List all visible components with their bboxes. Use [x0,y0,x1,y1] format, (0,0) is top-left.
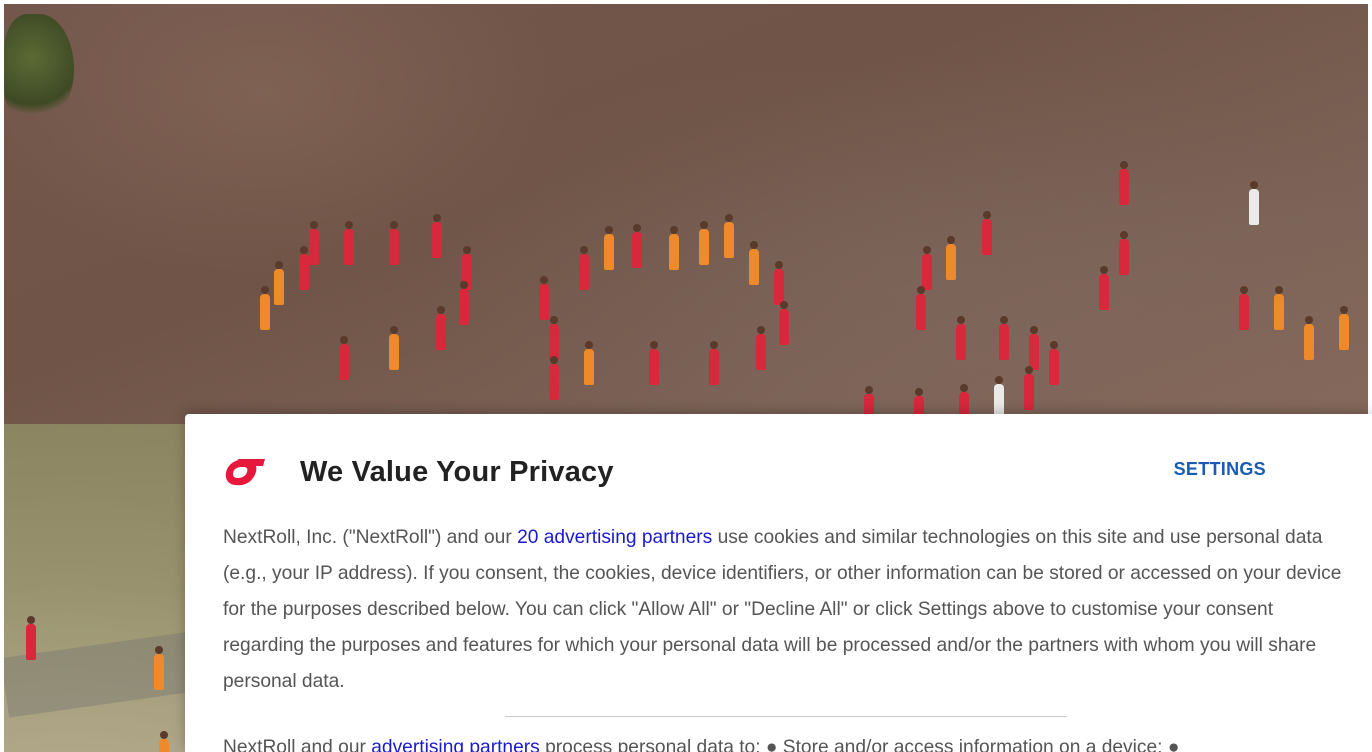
consent-description: NextRoll, Inc. ("NextRoll") and our 20 a… [223,520,1353,700]
privacy-consent-dialog: We Value Your Privacy SETTINGS NextRoll,… [185,414,1372,752]
consent-text-part: NextRoll, Inc. ("NextRoll") and our [223,527,518,548]
divider [505,716,1067,717]
purposes-text-part: NextRoll and our [223,737,372,752]
dialog-header: We Value Your Privacy SETTINGS [223,450,1334,494]
consent-text-part: use cookies and similar technologies on … [223,527,1342,692]
dialog-title: We Value Your Privacy [300,455,614,488]
page: We Value Your Privacy SETTINGS NextRoll,… [0,0,1372,752]
settings-button[interactable]: SETTINGS [1174,459,1266,480]
purposes-text-part: process personal data to: ● Store and/or… [539,737,1180,752]
nextroll-logo-icon [223,452,269,492]
advertising-partners-link-2[interactable]: advertising partners [371,737,540,752]
advertising-partners-link[interactable]: 20 advertising partners [517,527,712,548]
purposes-description: NextRoll and our advertising partners pr… [223,730,1353,752]
tree [4,14,74,124]
